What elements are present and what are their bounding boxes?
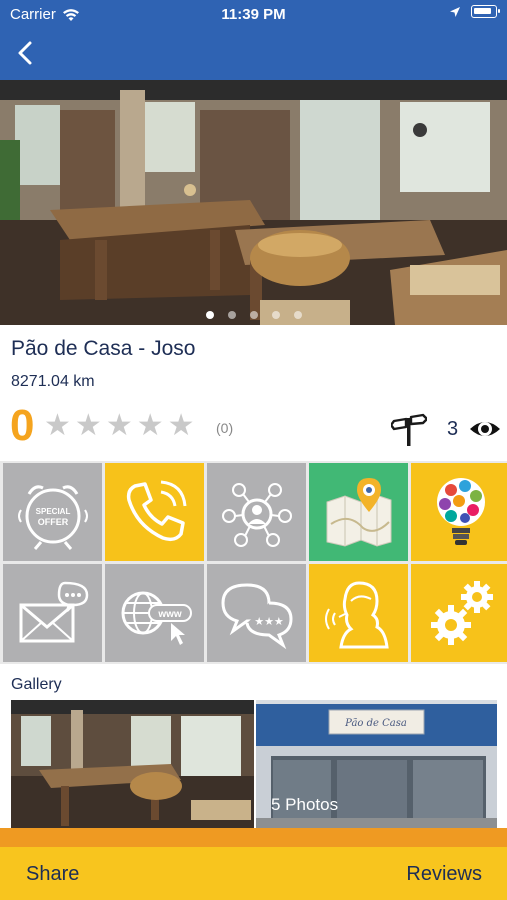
- hero-photo-carousel[interactable]: [0, 80, 507, 325]
- map-pin-icon: [326, 478, 391, 547]
- status-bar: Carrier 11:39 PM: [0, 0, 507, 28]
- social-network-icon: [221, 483, 292, 547]
- back-chevron-icon[interactable]: [12, 38, 40, 68]
- place-title: Pão de Casa - Joso: [11, 337, 196, 360]
- settings-tile[interactable]: [411, 564, 507, 662]
- star-icon[interactable]: ★: [44, 411, 71, 441]
- website-tile[interactable]: www: [105, 564, 204, 662]
- reviews-button[interactable]: Reviews: [406, 863, 482, 886]
- operator-icon: [324, 581, 389, 649]
- gallery-strip[interactable]: Pão de Casa 5 Photos: [11, 700, 497, 828]
- bakery-interior-photo: [0, 80, 507, 325]
- social-tile[interactable]: [207, 463, 306, 561]
- carousel-dot[interactable]: [293, 311, 302, 319]
- call-tile[interactable]: [105, 463, 204, 561]
- carousel-dot[interactable]: [205, 311, 214, 319]
- special-offer-tile[interactable]: SPECIAL OFFER: [3, 463, 102, 561]
- carousel-page-dots[interactable]: [0, 311, 507, 319]
- chat-bubbles-icon: ★★★: [220, 583, 293, 650]
- svg-text:SPECIAL: SPECIAL: [35, 507, 70, 516]
- location-arrow-icon: [450, 6, 460, 17]
- email-tile[interactable]: [3, 564, 102, 662]
- battery-icon: [471, 5, 500, 18]
- gallery-photo[interactable]: Pão de Casa: [11, 700, 497, 828]
- envelope-icon: [19, 581, 88, 643]
- carousel-dot[interactable]: [249, 311, 258, 319]
- globe-www-icon: www: [121, 591, 192, 645]
- footer-bar: Share Reviews: [0, 847, 507, 900]
- star-icon[interactable]: ★: [137, 411, 164, 441]
- status-time: 11:39 PM: [221, 6, 286, 23]
- nav-header: Carrier 11:39 PM: [0, 0, 507, 80]
- photo-count-label: 5 Photos: [271, 795, 339, 814]
- contact-tile[interactable]: [309, 564, 408, 662]
- ideas-tile[interactable]: [411, 463, 507, 561]
- svg-text:★★★: ★★★: [254, 615, 284, 628]
- carousel-dot[interactable]: [227, 311, 236, 319]
- carousel-dot[interactable]: [271, 311, 280, 319]
- rating-value: 0: [10, 401, 35, 450]
- view-count: 3: [447, 418, 459, 440]
- svg-text:OFFER: OFFER: [37, 517, 68, 527]
- star-icon[interactable]: ★: [168, 411, 195, 441]
- share-button[interactable]: Share: [26, 863, 79, 886]
- orange-accent-strip: [0, 828, 507, 848]
- storefront-sign: Pão de Casa: [344, 718, 407, 729]
- star-icon[interactable]: ★: [106, 411, 133, 441]
- chat-tile[interactable]: ★★★: [207, 564, 306, 662]
- rating-row: 0 ★ ★ ★ ★ ★ (0) 3: [10, 400, 500, 456]
- lightbulb-apps-icon: [436, 478, 485, 545]
- gears-icon: [430, 581, 493, 645]
- rating-count: (0): [216, 420, 234, 436]
- place-distance: 8271.04 km: [11, 373, 95, 390]
- directions-signpost-icon[interactable]: [391, 412, 427, 448]
- map-tile[interactable]: [309, 463, 408, 561]
- eye-icon: [470, 422, 500, 436]
- star-icon[interactable]: ★: [75, 411, 102, 441]
- svg-text:www: www: [157, 609, 182, 620]
- alarm-clock-special-offer-icon: SPECIAL OFFER: [17, 485, 88, 550]
- phone-icon: [126, 480, 186, 542]
- star-rating[interactable]: ★ ★ ★ ★ ★: [44, 411, 195, 441]
- gallery-heading: Gallery: [11, 676, 62, 693]
- action-tile-grid: SPECIAL OFFER www ★★★: [0, 461, 507, 664]
